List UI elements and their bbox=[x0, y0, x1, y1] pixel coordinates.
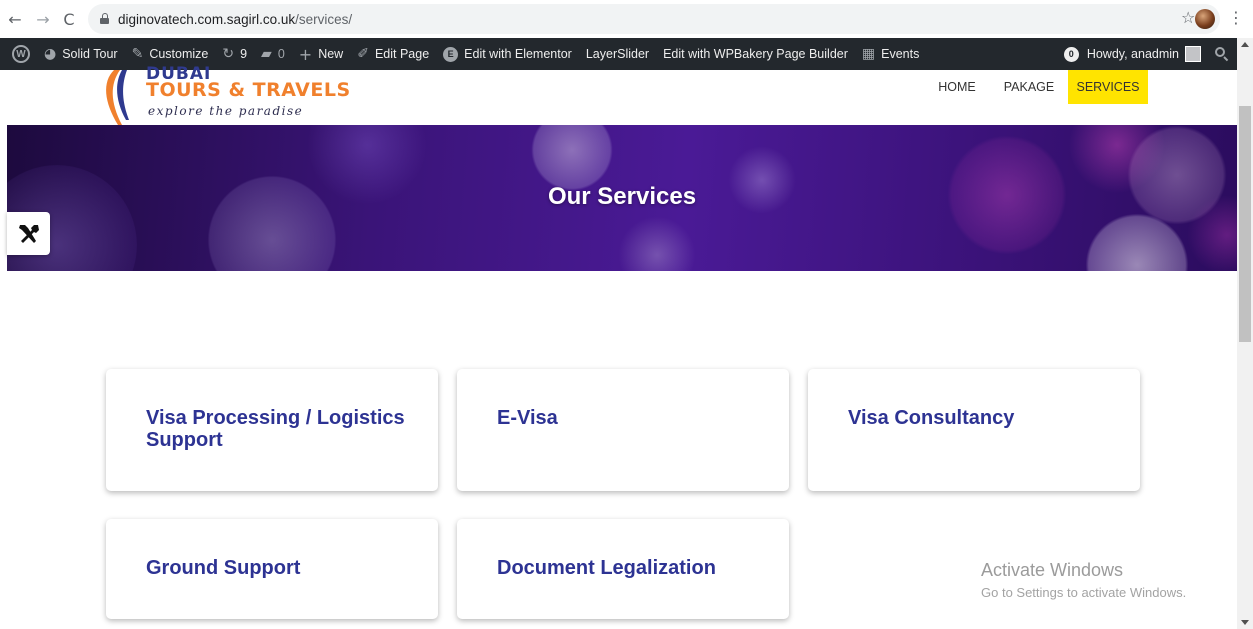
site-header: DUBAI TOURS & TRAVELS explore the paradi… bbox=[0, 64, 1237, 125]
hero-banner: Our Services bbox=[7, 125, 1237, 271]
comments-link[interactable]: ▰ 0 bbox=[254, 38, 292, 70]
url-host: diginovatech.com.sagirl.co.uk bbox=[118, 11, 296, 27]
service-card[interactable]: Visa Processing / Logistics Support bbox=[106, 369, 438, 491]
bookmark-star-icon[interactable]: ☆ bbox=[1181, 8, 1195, 27]
layerslider-label: LayerSlider bbox=[585, 47, 650, 61]
edit-page-link[interactable]: ✐ Edit Page bbox=[350, 38, 436, 70]
search-icon[interactable] bbox=[1215, 47, 1229, 62]
edit-elementor-label: Edit with Elementor bbox=[464, 47, 572, 61]
lock-icon bbox=[100, 13, 109, 24]
nav-pakage[interactable]: PAKAGE bbox=[996, 70, 1062, 104]
service-title: Visa Consultancy bbox=[848, 407, 1015, 429]
howdy-user[interactable]: Howdy, anadmin bbox=[1087, 47, 1179, 61]
notifications-badge[interactable]: 0 bbox=[1063, 46, 1079, 62]
tools-button[interactable] bbox=[7, 212, 50, 255]
pencil-icon: ✐ bbox=[357, 46, 369, 62]
nav-home[interactable]: HOME bbox=[930, 70, 984, 104]
browser-menu-icon[interactable]: ⋮ bbox=[1228, 8, 1244, 27]
forward-arrow-icon[interactable]: → bbox=[32, 8, 54, 30]
watermark-title: Activate Windows bbox=[981, 560, 1124, 580]
address-bar[interactable]: diginovatech.com.sagirl.co.uk/services/ bbox=[88, 4, 1220, 34]
service-title: Ground Support bbox=[146, 557, 301, 579]
service-card[interactable]: Visa Consultancy bbox=[808, 369, 1140, 491]
events-menu[interactable]: ▦ Events bbox=[855, 38, 926, 70]
calendar-icon: ▦ bbox=[861, 46, 876, 62]
edit-wpbakery-label: Edit with WPBakery Page Builder bbox=[663, 47, 848, 61]
service-card[interactable]: Ground Support bbox=[106, 519, 438, 619]
page-scrollbar[interactable] bbox=[1237, 38, 1253, 629]
logo-tagline: explore the paradise bbox=[148, 104, 304, 118]
service-title: Visa Processing / Logistics Support bbox=[146, 407, 405, 451]
admin-bar-right: 0 Howdy, anadmin bbox=[1063, 38, 1229, 70]
browser-toolbar: ← → C diginovatech.com.sagirl.co.uk/serv… bbox=[0, 0, 1253, 38]
windows-activation-watermark: Activate Windows Go to Settings to activ… bbox=[981, 560, 1186, 600]
layerslider-link[interactable]: LayerSlider bbox=[579, 38, 656, 70]
scroll-thumb[interactable] bbox=[1239, 106, 1251, 342]
user-avatar[interactable] bbox=[1185, 46, 1201, 62]
service-title: Document Legalization bbox=[497, 557, 716, 579]
elementor-icon: E bbox=[443, 46, 459, 62]
nav-services[interactable]: SERVICES bbox=[1068, 70, 1148, 104]
site-name: Solid Tour bbox=[62, 47, 118, 61]
url-path: /services/ bbox=[295, 11, 353, 27]
dashboard-icon: ◕ bbox=[44, 46, 57, 62]
wordpress-logo-icon: W bbox=[12, 45, 30, 63]
plus-icon: + bbox=[298, 44, 313, 64]
edit-elementor-link[interactable]: E Edit with Elementor bbox=[436, 38, 579, 70]
brush-icon: ✎ bbox=[131, 46, 144, 62]
edit-page-label: Edit Page bbox=[374, 47, 430, 61]
updates-icon: ↻ bbox=[222, 46, 235, 62]
wp-logo-menu[interactable]: W bbox=[0, 38, 37, 70]
bokeh-decoration bbox=[617, 215, 697, 271]
watermark-subtitle: Go to Settings to activate Windows. bbox=[981, 585, 1187, 600]
service-card[interactable]: E-Visa bbox=[457, 369, 789, 491]
scroll-up-arrow-icon[interactable] bbox=[1241, 42, 1249, 47]
comment-icon: ▰ bbox=[261, 46, 272, 62]
profile-avatar[interactable] bbox=[1195, 9, 1215, 29]
back-arrow-icon[interactable]: ← bbox=[4, 8, 26, 30]
logo-swoosh-icon bbox=[106, 70, 129, 125]
updates-link[interactable]: ↻ 9 bbox=[215, 38, 254, 70]
service-title: E-Visa bbox=[497, 407, 558, 429]
customize-label: Customize bbox=[149, 47, 209, 61]
edit-wpbakery-link[interactable]: Edit with WPBakery Page Builder bbox=[656, 38, 855, 70]
events-label: Events bbox=[881, 47, 920, 61]
service-card[interactable]: Document Legalization bbox=[457, 519, 789, 619]
new-label: New bbox=[318, 47, 344, 61]
logo-name[interactable]: TOURS & TRAVELS bbox=[146, 79, 351, 101]
comments-count: 0 bbox=[277, 47, 285, 61]
scroll-down-arrow-icon[interactable] bbox=[1241, 620, 1249, 625]
updates-count: 9 bbox=[240, 47, 248, 61]
hero-title: Our Services bbox=[547, 183, 697, 210]
reload-icon[interactable]: C bbox=[58, 8, 80, 30]
hammer-wrench-icon bbox=[18, 224, 39, 243]
site-name-menu[interactable]: ◕ Solid Tour bbox=[37, 38, 125, 70]
new-content-menu[interactable]: + New bbox=[292, 38, 350, 70]
